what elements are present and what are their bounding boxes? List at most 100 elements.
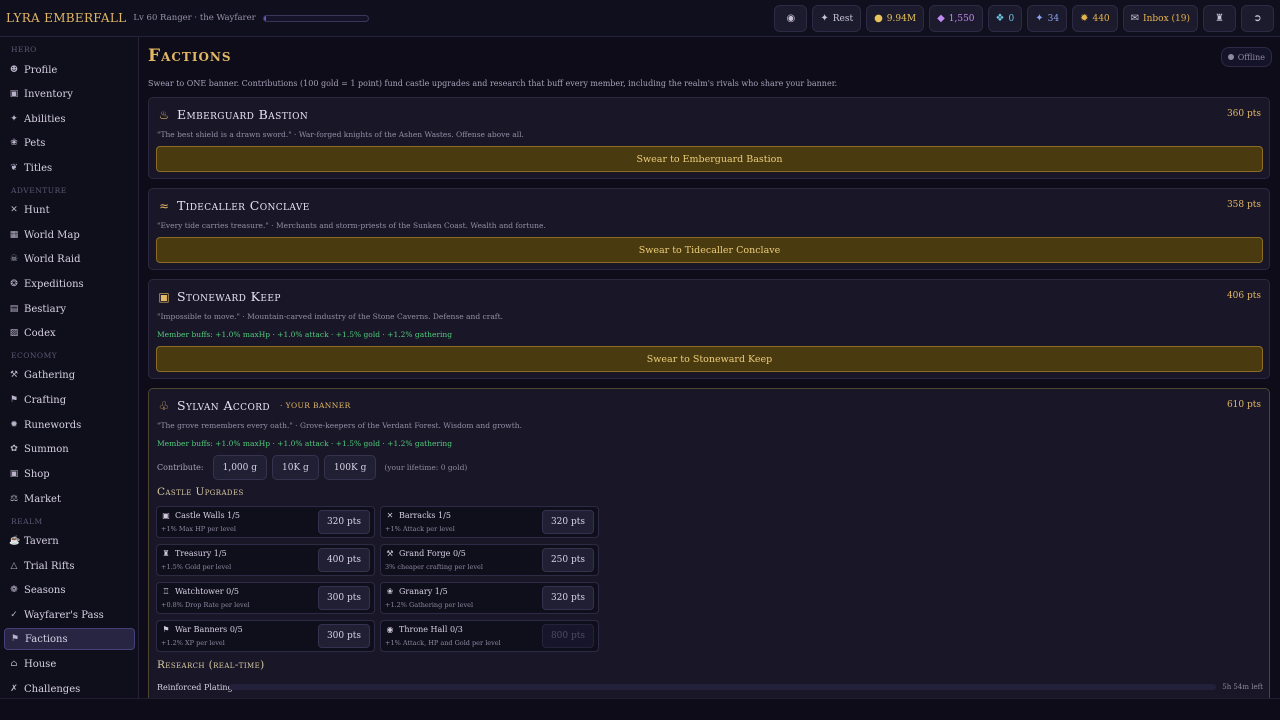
gem-counter[interactable]: ◆ 1,550 [929, 5, 983, 32]
research-progress-bar [229, 684, 1217, 690]
person-icon: ☻ [9, 65, 19, 75]
flame-icon: ♨ [158, 107, 170, 122]
sidebar-item-label: Abilities [24, 113, 66, 125]
rune-counter[interactable]: ✦ 34 [1027, 5, 1068, 32]
upgrade-buy-button[interactable]: 320 pts [541, 586, 594, 610]
upgrade-name: Throne Hall 0/3 [399, 625, 463, 634]
sidebar-item-expeditions[interactable]: ❂ Expeditions [4, 273, 135, 295]
sidebar-item-world-map[interactable]: ▦ World Map [4, 224, 135, 246]
contribute-100k-button[interactable]: 100K g [323, 455, 377, 480]
upgrade-throne-hall: ◉ Throne Hall 0/3 +1% Attack, HP and Gol… [380, 620, 599, 652]
sidebar-item-codex[interactable]: ▨ Codex [4, 322, 135, 344]
tree-icon: ♧ [158, 398, 170, 413]
sidebar-item-shop[interactable]: ▣ Shop [4, 463, 135, 485]
rune-value: 34 [1047, 13, 1060, 24]
menu-button[interactable]: ◉ [774, 5, 808, 32]
upgrade-buy-button[interactable]: 250 pts [541, 548, 594, 572]
gold-counter[interactable]: ● 9.94M [866, 5, 925, 32]
gem-value: 1,550 [948, 13, 975, 24]
upgrade-buy-button[interactable]: 320 pts [317, 510, 370, 534]
wall-icon: ▣ [162, 511, 170, 520]
sidebar-section-adventure: Adventure [11, 186, 67, 195]
sidebar-item-seasons[interactable]: ❁ Seasons [4, 579, 135, 601]
status-label: Offline [1237, 52, 1265, 62]
status-badge[interactable]: Offline [1220, 47, 1272, 67]
sidebar-section-realm: Realm [11, 517, 43, 526]
sidebar-item-crafting[interactable]: ⚑ Crafting [4, 389, 135, 411]
rift-icon: △ [10, 561, 18, 571]
faction-points: 358 pts [1226, 200, 1261, 210]
faction-quote: "Impossible to move." · Mountain-carved … [157, 312, 503, 321]
faction-card-sylvan: ♧ Sylvan Accord · Your banner 610 pts "T… [148, 388, 1270, 720]
upgrade-buy-button[interactable]: 320 pts [541, 510, 594, 534]
swear-button-stoneward[interactable]: Swear to Stoneward Keep [156, 346, 1263, 372]
sidebar-item-wayfarers-pass[interactable]: ✓ Wayfarer's Pass [4, 604, 135, 626]
wheat-icon: ❀ [386, 587, 394, 596]
swear-button-tidecaller[interactable]: Swear to Tidecaller Conclave [156, 237, 1263, 263]
spark-counter[interactable]: ✹ 440 [1072, 5, 1118, 32]
upgrade-war-banners: ⚑ War Banners 0/5 +1.2% XP per level 300… [156, 620, 375, 652]
leaf-icon: ❁ [10, 585, 18, 595]
ribbon-icon: ❦ [10, 163, 18, 173]
upgrade-buy-button[interactable]: 300 pts [317, 586, 370, 610]
upgrade-buy-button[interactable]: 800 pts [541, 624, 594, 648]
sidebar-item-profile[interactable]: ☻ Profile [4, 59, 135, 81]
xp-bar [262, 14, 369, 22]
faction-quote: "The best shield is a drawn sword." · Wa… [157, 130, 524, 139]
tower-icon: ♖ [162, 587, 170, 596]
upgrade-buy-button[interactable]: 300 pts [317, 624, 370, 648]
skull-icon: ☠ [9, 254, 19, 264]
hero-subtitle: Lv 60 Ranger · the Wayfarer [133, 13, 256, 23]
faction-name: Sylvan Accord [177, 398, 271, 413]
sidebar-item-trial-rifts[interactable]: △ Trial Rifts [4, 555, 135, 577]
sidebar-item-summon[interactable]: ✿ Summon [4, 438, 135, 460]
upgrade-name: Grand Forge 0/5 [399, 549, 466, 558]
faction-quote: "Every tide carries treasure." · Merchan… [157, 221, 546, 230]
shard-icon: ❖ [995, 13, 1005, 24]
upgrade-buy-button[interactable]: 400 pts [317, 548, 370, 572]
logout-button[interactable]: ➲ [1241, 5, 1274, 32]
upgrade-desc: +1.2% Gathering per level [385, 601, 474, 609]
faction-points: 360 pts [1226, 109, 1261, 119]
swear-button-emberguard[interactable]: Swear to Emberguard Bastion [156, 146, 1263, 172]
paw-icon: ❀ [10, 138, 18, 148]
gem-icon: ◆ [937, 13, 945, 24]
sidebar-item-factions[interactable]: ⚑ Factions [4, 628, 135, 650]
sidebar-item-label: Gathering [24, 369, 76, 381]
sidebar-item-tavern[interactable]: ☕ Tavern [4, 530, 135, 552]
faction-header: ≈ Tidecaller Conclave [157, 198, 310, 213]
banner-icon: ⚑ [162, 625, 170, 634]
faction-header: ♧ Sylvan Accord · Your banner [157, 398, 351, 413]
rest-button[interactable]: ✦ Rest [812, 5, 862, 32]
castle-button[interactable]: ♜ [1203, 5, 1236, 32]
contribute-label: Contribute: [157, 463, 204, 472]
faction-buffs: Member buffs: +1.0% maxHp · +1.0% attack… [157, 439, 453, 448]
sidebar-item-pets[interactable]: ❀ Pets [4, 132, 135, 154]
xp-bar-fill [263, 15, 266, 21]
sidebar-item-gathering[interactable]: ⚒ Gathering [4, 364, 135, 386]
your-banner-badge: · Your banner [280, 401, 351, 410]
upgrade-name: Watchtower 0/5 [175, 587, 239, 596]
sidebar-item-bestiary[interactable]: ▤ Bestiary [4, 298, 135, 320]
contribute-1000-button[interactable]: 1,000 g [212, 455, 267, 480]
upgrade-treasury: ♜ Treasury 1/5 +1.5% Gold per level 400 … [156, 544, 375, 576]
sidebar-item-label: Tavern [24, 535, 59, 547]
sidebar-item-inventory[interactable]: ▣ Inventory [4, 83, 135, 105]
sidebar-item-titles[interactable]: ❦ Titles [4, 157, 135, 179]
shard-counter[interactable]: ❖ 0 [987, 5, 1023, 32]
sidebar-item-house[interactable]: ⌂ House [4, 653, 135, 675]
sidebar-item-abilities[interactable]: ✦ Abilities [4, 108, 135, 130]
upgrade-desc: 3% cheaper crafting per level [385, 563, 483, 571]
sidebar-item-challenges[interactable]: ✗ Challenges [4, 678, 135, 700]
menu-icon: ◉ [786, 13, 796, 24]
sidebar-item-world-raid[interactable]: ☠ World Raid [4, 248, 135, 270]
inbox-button[interactable]: ✉ Inbox (19) [1122, 5, 1198, 32]
contribute-10k-button[interactable]: 10K g [272, 455, 319, 480]
sidebar-item-market[interactable]: ⚖ Market [4, 488, 135, 510]
sidebar-item-runewords[interactable]: ✹ Runewords [4, 414, 135, 436]
sidebar-item-hunt[interactable]: ✕ Hunt [4, 199, 135, 221]
sidebar: Hero ☻ Profile ▣ Inventory ✦ Abilities ❀ Pet… [0, 37, 139, 720]
faction-header: ♨ Emberguard Bastion [157, 107, 308, 122]
stone-icon: ▣ [158, 289, 170, 304]
scroll-icon: ▨ [9, 328, 19, 338]
